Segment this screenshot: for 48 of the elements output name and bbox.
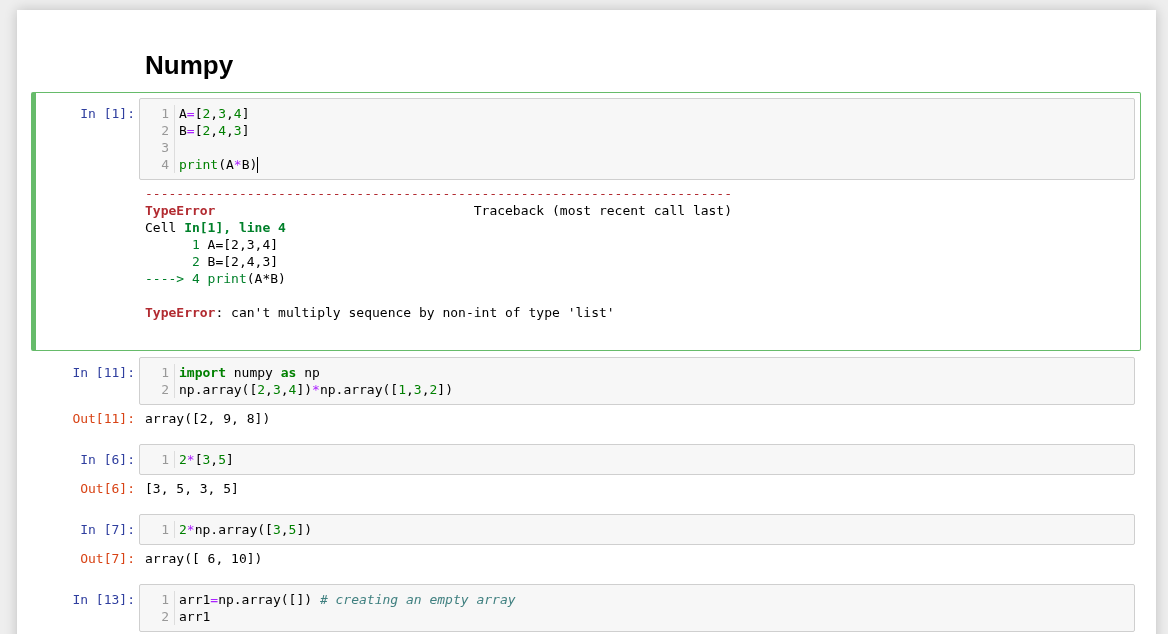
code-line: arr1 <box>179 608 211 625</box>
notebook-cell[interactable]: In [13]: 1 arr1=np.array([]) # creating an empty array 2 arr1 <box>31 578 1141 634</box>
code-line: import numpy as np <box>179 364 320 381</box>
line-number: 1 <box>140 364 175 381</box>
output-prompt: Out[11]: <box>72 411 135 426</box>
line-number: 4 <box>140 156 175 173</box>
code-line: 2*[3,5] <box>179 451 234 468</box>
line-number: 1 <box>140 591 175 608</box>
input-prompt: In [7]: <box>80 521 135 538</box>
output-text: array([ 6, 10]) <box>145 551 263 566</box>
line-number: 2 <box>140 122 175 139</box>
notebook-cell[interactable]: In [6]: 1 2*[3,5] Out[6]: [3, 5, 3, 5] <box>31 438 1141 508</box>
code-input[interactable]: 1 arr1=np.array([]) # creating an empty array 2 arr1 <box>139 584 1135 632</box>
notebook-cell[interactable]: In [11]: 1 import numpy as np 2 np.array([2,3,4])*np.array([1,3,2]) Out[11]: array([2, 9, 8]) <box>31 351 1141 438</box>
notebook-cell[interactable]: In [7]: 1 2*np.array([3,5]) Out[7]: array([ 6, 10]) <box>31 508 1141 578</box>
traceback-line: ----> 4 print(A*B) <box>145 271 286 286</box>
code-line: B=[2,4,3] <box>179 122 250 139</box>
error-message: TypeError: can't multiply sequence by non-int of type 'list' <box>145 305 615 320</box>
code-line: 2*np.array([3,5]) <box>179 521 313 538</box>
input-prompt: In [6]: <box>80 451 135 468</box>
line-number: 1 <box>140 105 175 122</box>
traceback-line: 2 B=[2,4,3] <box>190 254 279 269</box>
notebook-heading: Numpy <box>145 49 235 82</box>
input-prompt: In [1]: <box>80 105 135 122</box>
line-number: 1 <box>140 451 175 468</box>
line-number: 2 <box>140 381 175 398</box>
line-number: 1 <box>140 521 175 538</box>
code-line: A=[2,3,4] <box>179 105 250 122</box>
code-line: print(A*B) <box>179 156 258 173</box>
traceback-line: Cell In[1], line 4 <box>145 220 286 235</box>
output-prompt: Out[7]: <box>80 551 135 566</box>
code-line: np.array([2,3,4])*np.array([1,3,2]) <box>179 381 453 398</box>
output-text: array([2, 9, 8]) <box>145 411 271 426</box>
output-prompt: Out[6]: <box>80 481 135 496</box>
output-text: [3, 5, 3, 5] <box>145 481 239 496</box>
traceback-line: 1 A=[2,3,4] <box>190 237 279 252</box>
input-prompt: In [13]: <box>72 591 135 608</box>
line-number: 3 <box>140 139 175 156</box>
code-input[interactable]: 1 2*np.array([3,5]) <box>139 514 1135 545</box>
traceback-line: TypeError Traceback (most recent call last) <box>145 203 732 218</box>
line-number: 2 <box>140 608 175 625</box>
code-input[interactable]: 1 import numpy as np 2 np.array([2,3,4])*np.array([1,3,2]) <box>139 357 1135 405</box>
code-input[interactable]: 1 2*[3,5] <box>139 444 1135 475</box>
traceback-line: --------------------------------------------------------------------------- <box>145 186 732 201</box>
code-line: arr1=np.array([]) # creating an empty array <box>179 591 516 608</box>
input-prompt: In [11]: <box>72 364 135 381</box>
notebook-cell[interactable] <box>31 92 1141 351</box>
code-input[interactable]: 1 A=[2,3,4] 2 B=[2,4,3] 3 4 print(A*B) <box>139 98 1135 180</box>
